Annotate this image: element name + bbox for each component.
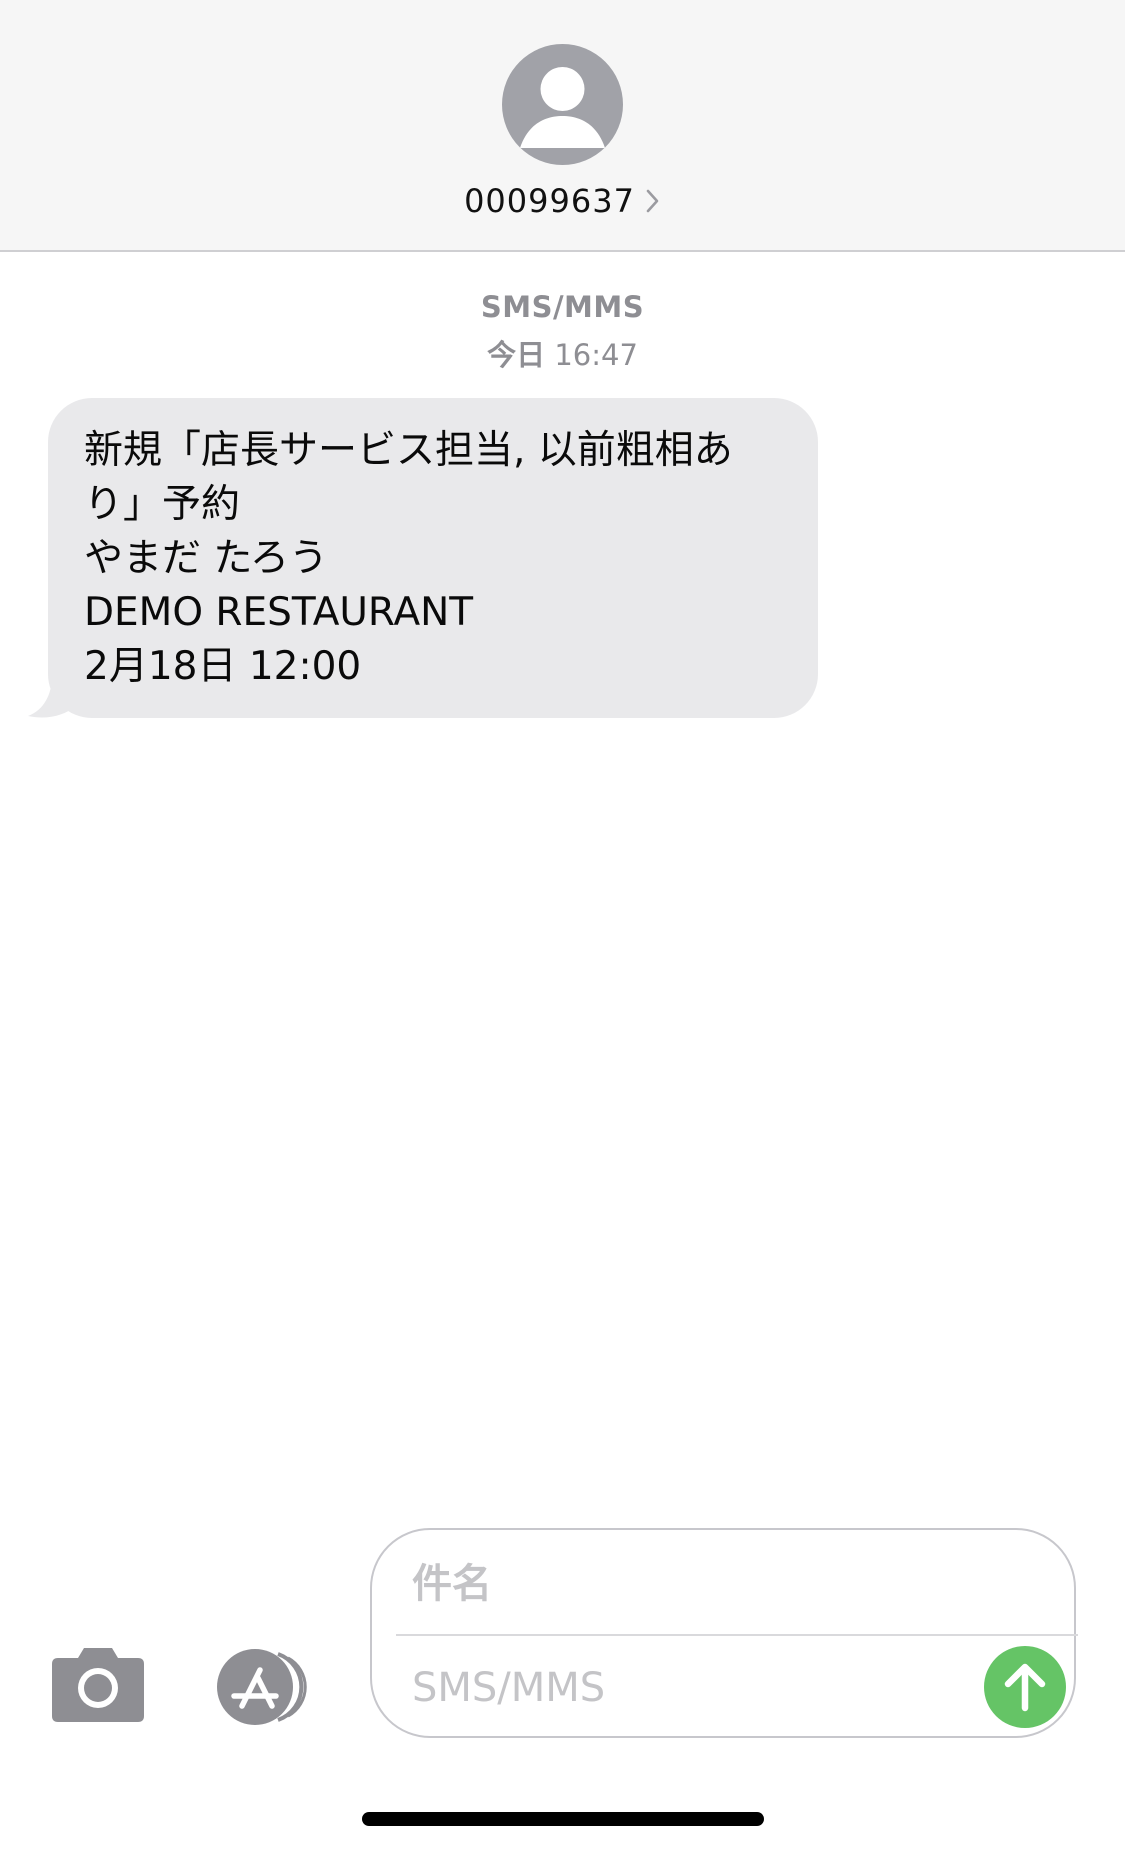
send-button[interactable] [984,1646,1066,1728]
contact-avatar[interactable] [502,44,623,165]
conversation-header: 00099637 [0,0,1125,252]
app-store-icon[interactable] [208,1648,318,1726]
message-timestamp: 今日 16:47 [0,332,1125,374]
message-line: り」予約 [84,482,241,527]
message-line: 2月18日 12:00 [84,644,362,689]
timestamp-time: 16:47 [554,338,638,372]
incoming-message-bubble[interactable]: 新規「店長サービス担当, 以前粗相あ り」予約 やまだ たろう DEMO RES… [48,398,818,718]
compose-divider [396,1634,1078,1636]
message-line: DEMO RESTAURANT [84,590,474,635]
contact-details-link[interactable]: 00099637 [0,178,1125,224]
person-silhouette-icon [520,67,605,148]
messages-screen: 00099637 SMS/MMS 今日 16:47 新規「店長サービス担当, 以… [0,0,1125,1860]
arrow-up-icon [1004,1663,1046,1712]
camera-icon[interactable] [50,1646,146,1724]
message-line: やまだ たろう [84,536,329,581]
chevron-right-icon [646,189,659,213]
contact-name: 00099637 [464,182,635,220]
home-indicator[interactable] [362,1812,764,1826]
subject-input[interactable] [412,1554,1012,1614]
service-label: SMS/MMS [480,290,645,324]
message-input[interactable] [412,1658,952,1718]
compose-box [370,1528,1078,1738]
message-line: 新規「店長サービス担当, 以前粗相あ [84,428,733,473]
timestamp-day: 今日 [487,338,546,372]
